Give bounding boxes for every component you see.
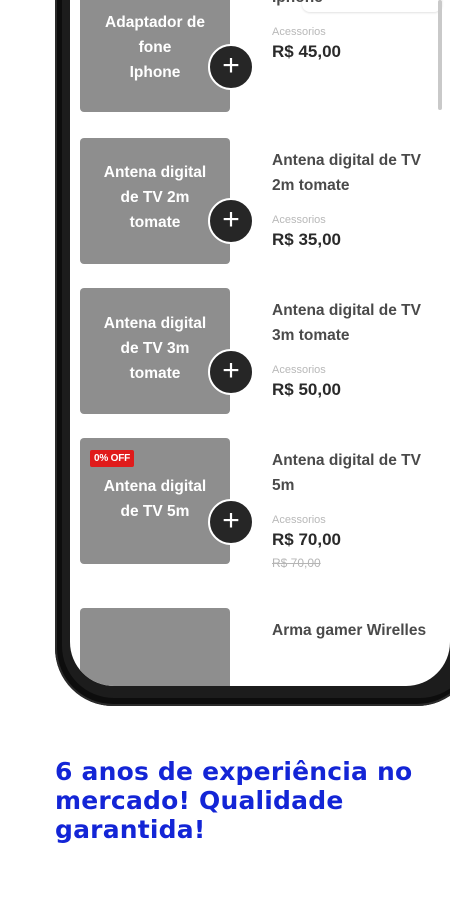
product-name[interactable]: Antena digital de TV 3m tomate (272, 298, 447, 348)
product-name-line: Antena digital de TV (272, 452, 421, 469)
product-name[interactable]: Adaptador de fone Iphone (272, 0, 447, 10)
product-image-title: Antena digital de TV 2m tomate (88, 160, 222, 235)
product-card[interactable]: Antena digital de TV 2m tomate + Antena … (80, 138, 450, 264)
product-price: R$ 70,00 (272, 530, 341, 549)
product-info: Adaptador de fone Iphone Acessorios R$ 4… (272, 0, 447, 62)
product-card[interactable]: Antena digital de TV 3m tomate + Antena … (80, 288, 450, 414)
product-category: Acessorios (272, 214, 326, 226)
phone-screen: Adaptador de fone Iphone + Adaptador de … (70, 0, 450, 686)
product-image-title: Antena digital de TV 3m tomate (88, 311, 222, 386)
page: Adaptador de fone Iphone + Adaptador de … (0, 0, 450, 900)
product-image-title-line: Antena digital (103, 478, 207, 495)
product-name[interactable]: Arma gamer Wirelles (272, 618, 447, 643)
add-to-cart-button[interactable]: + (208, 349, 254, 395)
product-category: Acessorios (272, 514, 326, 526)
product-image-title-line: Antena digital (103, 315, 207, 332)
headline: 6 anos de experiência no mercado! Qualid… (55, 757, 413, 844)
product-category: Acessorios (272, 364, 326, 376)
product-name-line: 2m tomate (272, 177, 350, 194)
discount-badge: 0% OFF (90, 450, 135, 467)
product-image-title: Antena digital de TV 5m (88, 474, 222, 524)
product-info: Antena digital de TV 2m tomate Acessorio… (272, 148, 447, 250)
add-to-cart-button[interactable]: + (208, 44, 254, 90)
product-image[interactable]: Antena digital de TV 3m tomate (80, 288, 230, 414)
product-image[interactable] (80, 608, 230, 686)
product-image[interactable]: Adaptador de fone Iphone (80, 0, 230, 112)
product-price: R$ 45,00 (272, 42, 341, 61)
add-to-cart-button[interactable]: + (208, 198, 254, 244)
product-image-title-line: de TV 3m (120, 340, 190, 357)
plus-icon: + (222, 203, 240, 236)
add-to-cart-button[interactable]: + (208, 499, 254, 545)
product-image[interactable]: 0% OFF Antena digital de TV 5m (80, 438, 230, 564)
product-name[interactable]: Antena digital de TV 2m tomate (272, 148, 447, 198)
product-info: Arma gamer Wirelles (272, 618, 447, 643)
plus-icon: + (222, 504, 240, 537)
product-category: Acessorios (272, 26, 326, 38)
product-price: R$ 35,00 (272, 230, 341, 249)
product-image-title-line: Antena digital (103, 164, 207, 181)
plus-icon: + (222, 49, 240, 82)
product-image[interactable]: Antena digital de TV 2m tomate (80, 138, 230, 264)
product-name-line: 3m tomate (272, 327, 350, 344)
product-image-title: Adaptador de fone Iphone (88, 10, 222, 85)
product-old-price: R$ 70,00 (272, 556, 321, 570)
product-image-title-line: Iphone (129, 64, 181, 81)
product-card[interactable]: Arma gamer Wirelles (80, 608, 450, 686)
product-name-line: Antena digital de TV (272, 152, 421, 169)
product-image-title-line: tomate (129, 214, 181, 231)
product-name-line: Arma gamer Wirelles (272, 622, 427, 639)
product-image-title-line: tomate (129, 365, 181, 382)
product-name-line: 5m (272, 477, 295, 494)
product-name-line: Antena digital de TV (272, 302, 421, 319)
product-name[interactable]: Antena digital de TV 5m (272, 448, 447, 498)
product-card[interactable]: Adaptador de fone Iphone + Adaptador de … (80, 0, 450, 112)
product-name-line: Iphone (272, 0, 447, 10)
product-image-title-line: Adaptador de fone (105, 14, 205, 56)
product-image-title-line: de TV 2m (120, 189, 190, 206)
product-image-title-line: de TV 5m (120, 503, 190, 520)
plus-icon: + (222, 354, 240, 387)
product-card[interactable]: 0% OFF Antena digital de TV 5m + Antena … (80, 438, 450, 570)
product-info: Antena digital de TV 3m tomate Acessorio… (272, 298, 447, 400)
product-info: Antena digital de TV 5m Acessorios R$ 70… (272, 448, 447, 570)
product-price: R$ 50,00 (272, 380, 341, 399)
